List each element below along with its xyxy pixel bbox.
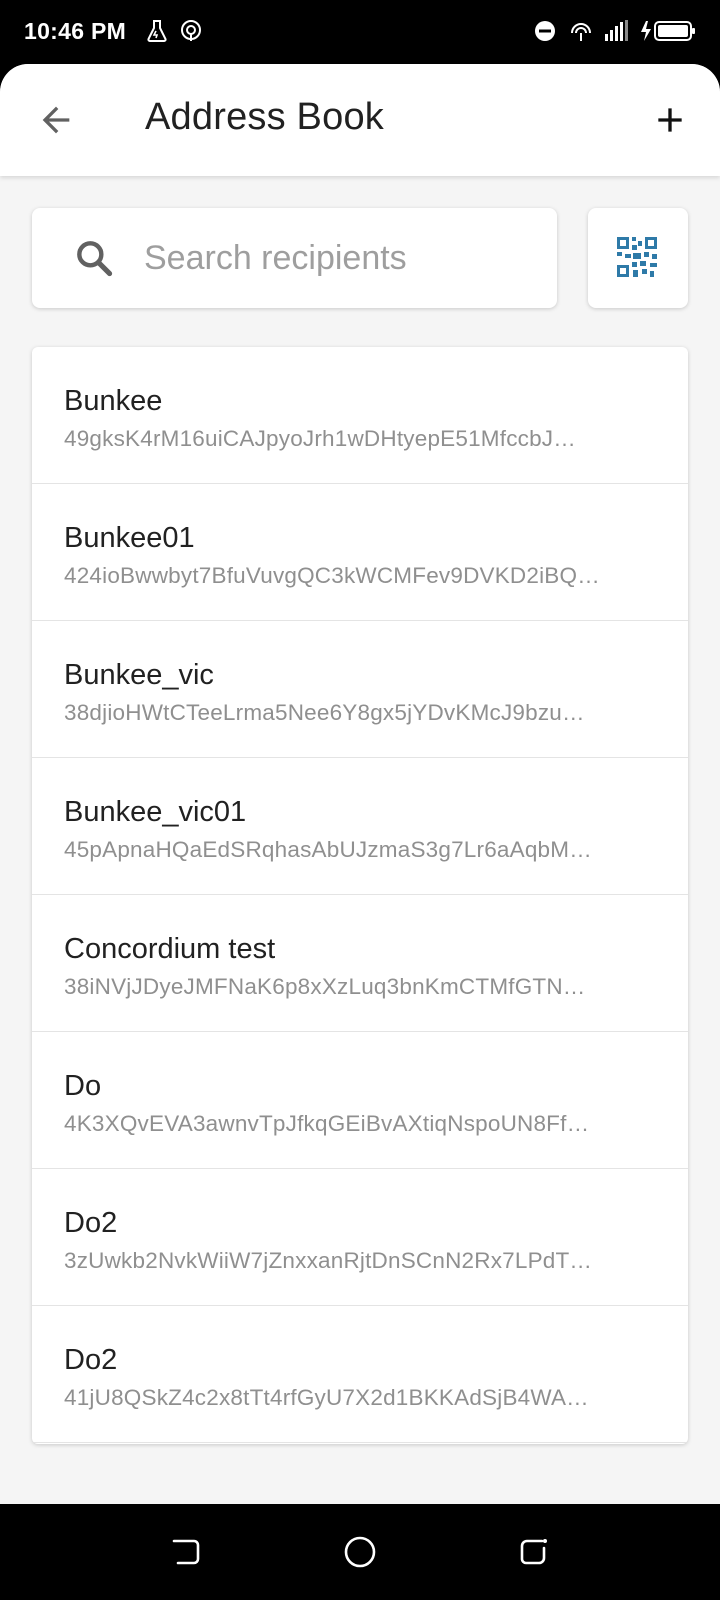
recipient-name: Do2: [64, 1344, 118, 1376]
recipient-name: Bunkee_vic: [64, 659, 214, 691]
recipient-row[interactable]: Bunkee01 424ioBwwbyt7BfuVuvgQC3kWCMFev9D…: [32, 484, 688, 621]
recipient-name: Do2: [64, 1207, 118, 1239]
nav-recents-button[interactable]: [516, 1534, 552, 1570]
recipient-row[interactable]: Concordium test 38iNVjJDyeJMFNaK6p8xXzLu…: [32, 895, 688, 1032]
qr-code-icon: [617, 237, 657, 277]
recipient-address: 3zUwkb2NvkWiiW7jZnxxanRjtDnSCnN2Rx7LPdT…: [64, 1248, 593, 1273]
status-left-icons: [144, 18, 204, 44]
status-right-icons: [532, 18, 696, 44]
recipient-address: 49gksK4rM16uiCAJpyoJrh1wDHtyepE51MfccbJ…: [64, 426, 576, 451]
recipient-row[interactable]: Bunkee_vic01 45pApnaHQaEdSRqhasAbUJzmaS3…: [32, 758, 688, 895]
status-time: 10:46 PM: [24, 18, 127, 44]
nav-back-button[interactable]: [168, 1534, 204, 1570]
search-icon: [77, 241, 113, 277]
recipient-address: 41jU8QSkZ4c2x8tTt4rfGyU7X2d1BKKAdSjB4WA…: [64, 1385, 589, 1410]
recipient-address: 4K3XQvEVA3awnvTpJfkqGEiBvAXtiqNspoUN8Ff…: [64, 1111, 590, 1136]
recipient-name: Bunkee_vic01: [64, 796, 247, 828]
recipient-row[interactable]: Do2 41jU8QSkZ4c2x8tTt4rfGyU7X2d1BKKAdSjB…: [32, 1306, 688, 1443]
recipient-name: Do: [64, 1070, 102, 1102]
hotspot-icon: [178, 18, 204, 44]
app-header: Address Book: [0, 64, 720, 176]
search-input[interactable]: [144, 228, 534, 288]
add-recipient-button[interactable]: [640, 90, 700, 150]
scan-qr-button[interactable]: [588, 208, 688, 308]
recipient-address: 38djioHWtCTeeLrma5Nee6Y8gx5jYDvKMcJ9bzu…: [64, 700, 585, 725]
recipient-name: Bunkee: [64, 385, 163, 417]
back-button[interactable]: [26, 90, 86, 150]
home-nav-icon: [344, 1536, 376, 1568]
recipient-name: Concordium test: [64, 933, 276, 965]
recipient-row[interactable]: Do2 3zUwkb2NvkWiiW7jZnxxanRjtDnSCnN2Rx7L…: [32, 1169, 688, 1306]
signal-icon: [604, 18, 630, 44]
recipient-row[interactable]: Bunkee 49gksK4rM16uiCAJpyoJrh1wDHtyepE51…: [32, 347, 688, 484]
recipient-list: Bunkee 49gksK4rM16uiCAJpyoJrh1wDHtyepE51…: [32, 347, 688, 1444]
search-box[interactable]: [32, 208, 557, 308]
wifi-calling-icon: [568, 18, 594, 44]
arrow-left-icon: [42, 106, 70, 134]
plus-icon: [658, 108, 682, 132]
recipient-name: Bunkee01: [64, 522, 195, 554]
back-nav-icon: [172, 1539, 200, 1565]
do-not-disturb-icon: [532, 18, 558, 44]
recipient-address: 424ioBwwbyt7BfuVuvgQC3kWCMFev9DVKD2iBQ…: [64, 563, 600, 588]
recipient-row[interactable]: Do 4K3XQvEVA3awnvTpJfkqGEiBvAXtiqNspoUN8…: [32, 1032, 688, 1169]
flask-icon: [144, 18, 170, 44]
page-title: Address Book: [145, 96, 384, 138]
recipient-address: 45pApnaHQaEdSRqhasAbUJzmaS3g7Lr6aAqbM…: [64, 837, 592, 862]
nav-home-button[interactable]: [342, 1534, 378, 1570]
recipient-address: 38iNVjJDyeJMFNaK6p8xXzLuq3bnKmCTMfGTN…: [64, 974, 586, 999]
status-bar: 10:46 PM: [0, 0, 720, 64]
system-nav-bar: [0, 1504, 720, 1600]
address-book-screen: Address Book Bunkee 49gksK4rM16uiCAJpyoJ…: [0, 64, 720, 1504]
battery-charging-icon: [640, 18, 696, 44]
recipient-row[interactable]: Bunkee_vic 38djioHWtCTeeLrma5Nee6Y8gx5jY…: [32, 621, 688, 758]
recents-nav-icon: [520, 1539, 547, 1565]
